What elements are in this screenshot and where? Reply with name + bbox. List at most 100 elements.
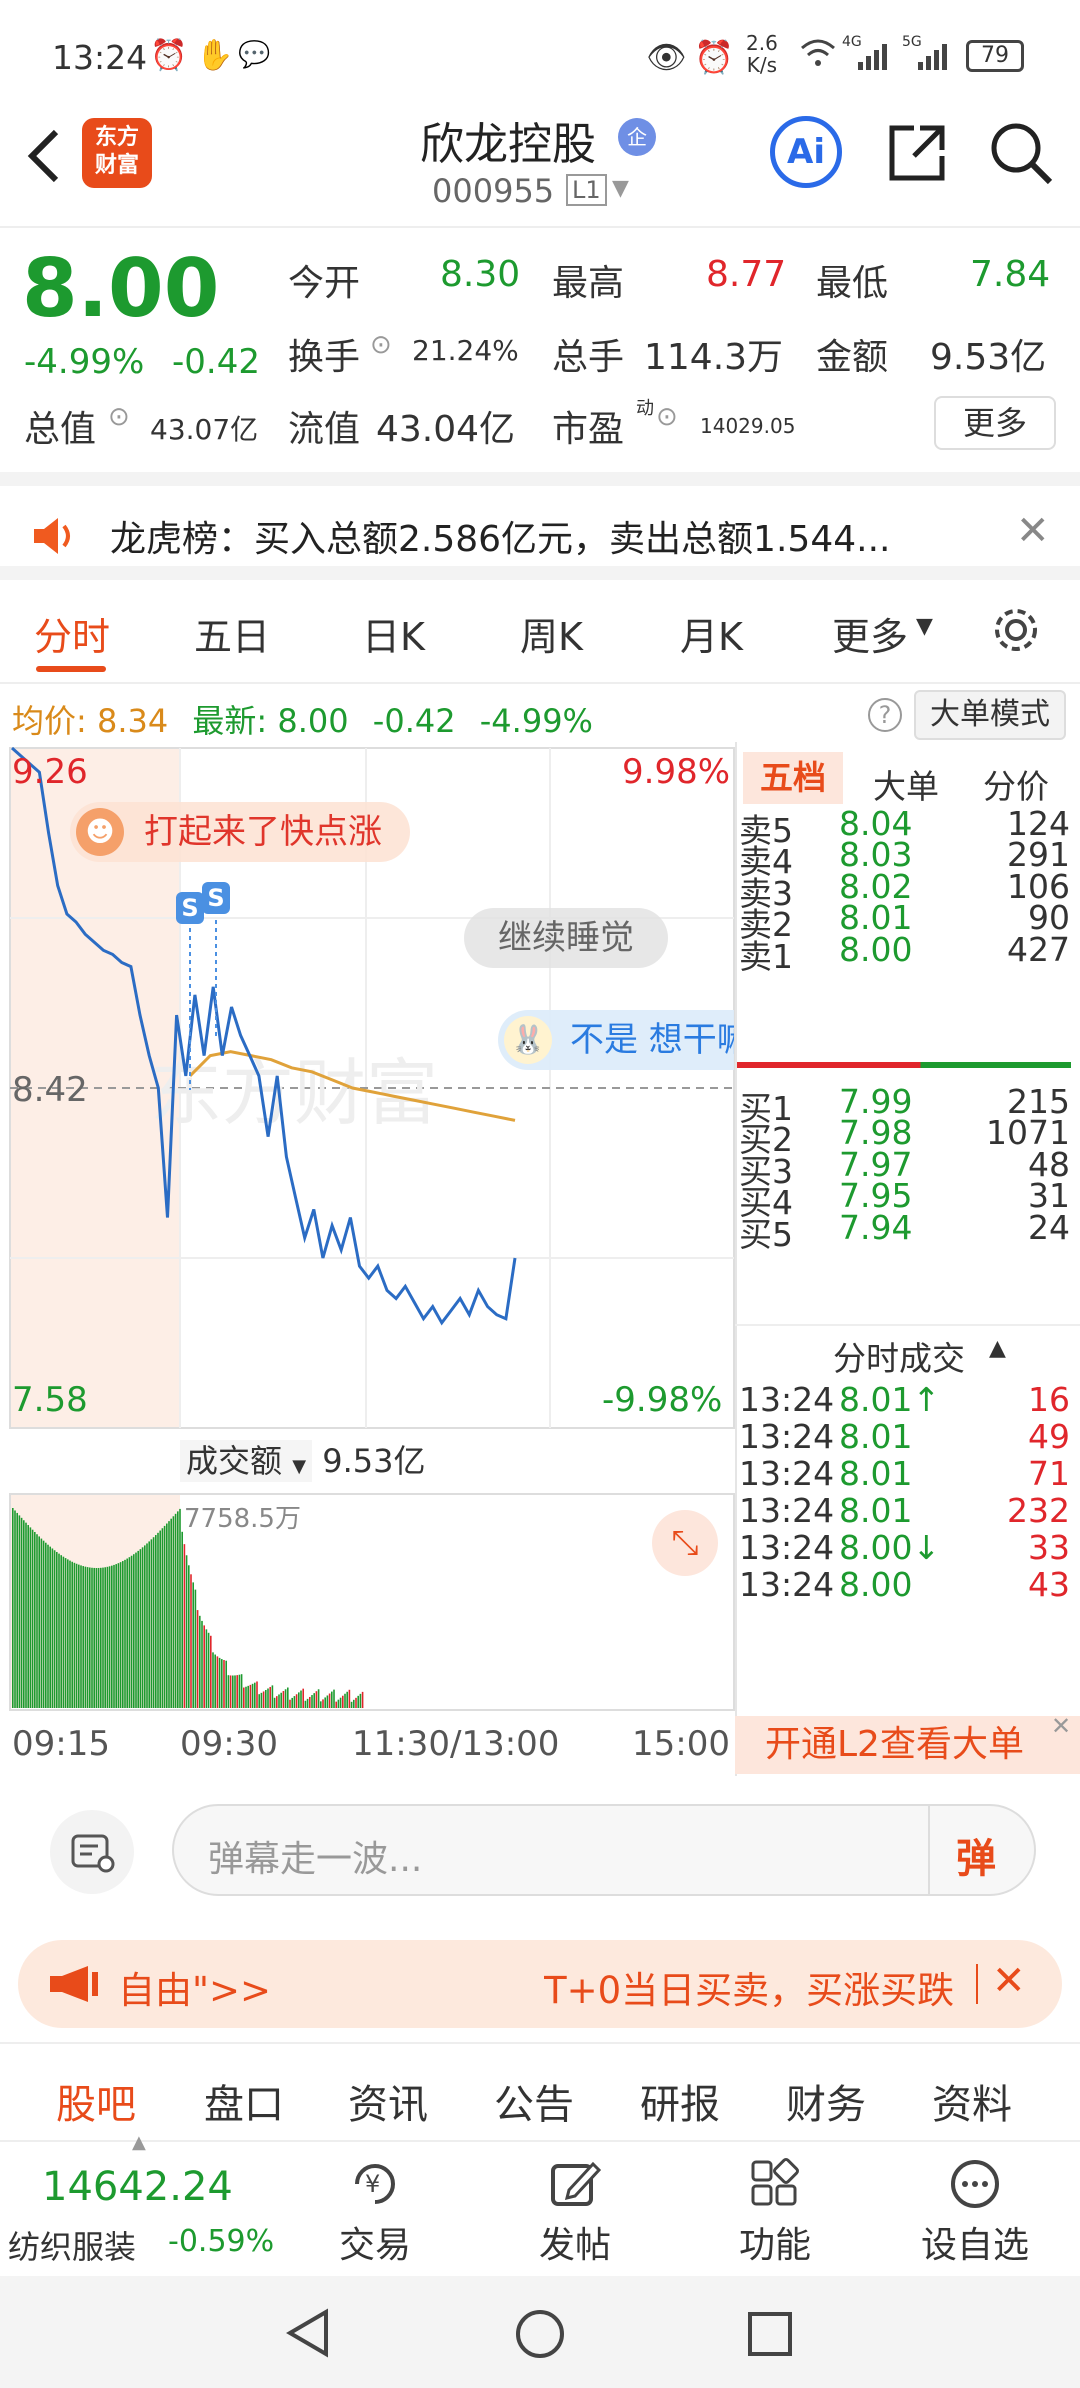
back-icon[interactable] xyxy=(24,126,64,186)
tab-finance[interactable]: 财务 xyxy=(786,2072,866,2130)
tab-more[interactable]: 更多 xyxy=(832,606,908,661)
chevron-down-icon[interactable]: ▼ xyxy=(916,614,933,639)
volume-bar xyxy=(172,1516,175,1708)
volume-bar xyxy=(155,1535,157,1708)
tab-price-dist[interactable]: 分价 xyxy=(983,760,1049,808)
trade-button[interactable]: ¥ 交易 xyxy=(330,2156,420,2268)
volume-bar xyxy=(188,1565,190,1708)
index-pct: -0.59% xyxy=(168,2224,275,2259)
danmu-input[interactable]: 弹幕走一波... 弹 xyxy=(172,1804,1036,1896)
tab-forum[interactable]: 股吧 xyxy=(56,2072,136,2130)
volume-selector[interactable]: 成交额 ▼ xyxy=(180,1440,313,1482)
volume-bar xyxy=(194,1589,197,1708)
recents-nav-icon[interactable] xyxy=(746,2310,794,2358)
tab-news[interactable]: 资讯 xyxy=(348,2072,428,2130)
promo-banner[interactable]: 自由">> T+0当日买卖，买涨买跌 ✕ xyxy=(18,1940,1062,2028)
add-watchlist-button[interactable]: 设自选 xyxy=(910,2156,1040,2268)
volume-bar xyxy=(280,1692,282,1708)
search-icon[interactable] xyxy=(988,120,1054,186)
megaphone-icon xyxy=(50,1966,98,2002)
close-icon[interactable]: ✕ xyxy=(1016,508,1050,554)
volume-bar xyxy=(234,1675,236,1708)
quote-panel: 8.00 -4.99% -0.42 今开 8.30 最高 8.77 最低 7.8… xyxy=(0,226,1080,470)
bubble-text: 打起来了快点涨 xyxy=(144,812,382,852)
tab-daily-k[interactable]: 日K xyxy=(362,606,425,661)
level-badge[interactable]: L1 xyxy=(566,174,607,206)
danmu-send-button[interactable]: 弹 xyxy=(956,1826,996,1884)
tab-five-day[interactable]: 五日 xyxy=(194,606,270,661)
functions-button[interactable]: 功能 xyxy=(730,2156,820,2268)
volume-bar xyxy=(12,1508,14,1708)
close-icon[interactable]: ✕ xyxy=(1051,1712,1071,1740)
volume-bar xyxy=(181,1531,183,1708)
tab-monthly-k[interactable]: 月K xyxy=(680,606,743,661)
ask-row: 卖1 8.00 427 xyxy=(735,930,1080,976)
volume-bar xyxy=(251,1683,254,1708)
tab-profile[interactable]: 资料 xyxy=(932,2072,1012,2130)
volume-bar xyxy=(108,1566,111,1708)
tab-intraday[interactable]: 分时 xyxy=(34,606,110,661)
close-icon[interactable]: ✕ xyxy=(992,1958,1026,2004)
volume-bar xyxy=(240,1674,243,1708)
volume-bar xyxy=(179,1508,181,1708)
volume-bar xyxy=(161,1528,164,1708)
gear-icon[interactable] xyxy=(990,604,1042,656)
sell-marker[interactable]: S xyxy=(202,882,230,914)
tab-five-level[interactable]: 五档 xyxy=(743,752,843,804)
volume-bar xyxy=(210,1635,212,1708)
index-value[interactable]: 14642.24 xyxy=(42,2164,233,2210)
danmu-bubble-3[interactable]: 🐰 不是 想干嘛 xyxy=(498,1010,734,1070)
volume-bar xyxy=(177,1511,179,1708)
volume-bar xyxy=(115,1564,117,1708)
back-nav-icon[interactable] xyxy=(284,2308,334,2358)
help-icon[interactable]: ? xyxy=(868,698,902,732)
volume-bar xyxy=(62,1556,65,1708)
danmu-bubble-2[interactable]: 继续睡觉 xyxy=(464,908,668,968)
trades-title[interactable]: 分时成交 xyxy=(833,1332,965,1380)
danmu-bar: 弹幕走一波... 弹 xyxy=(0,1776,1080,1936)
info-icon[interactable]: ⊙ xyxy=(656,402,678,432)
more-button[interactable]: 更多 xyxy=(934,396,1056,450)
tab-research[interactable]: 研报 xyxy=(640,2072,720,2130)
big-order-mode-button[interactable]: 大单模式 xyxy=(914,690,1066,740)
tab-orderbook[interactable]: 盘口 xyxy=(204,2072,284,2130)
chevron-down-icon[interactable]: ▼ xyxy=(612,176,629,201)
volume-bar xyxy=(311,1695,313,1708)
order-book: 五档 大单 分价 卖5 8.04 124 卖4 8.03 291 卖3 8.02 106 卖2 8.… xyxy=(735,742,1080,1774)
home-nav-icon[interactable] xyxy=(514,2308,566,2360)
bottom-price: 7.58 xyxy=(12,1380,88,1420)
volume-bar xyxy=(64,1558,67,1708)
volume-bar xyxy=(337,1699,340,1708)
expand-icon[interactable]: ⤡ xyxy=(652,1510,718,1576)
tab-big-order[interactable]: 大单 xyxy=(873,760,939,808)
time-label: 09:30 xyxy=(180,1724,278,1764)
volume-bar xyxy=(287,1687,289,1708)
volume-bar xyxy=(214,1654,216,1708)
stock-header: 东方 财富 欣龙控股 企 000955 L1 ▼ Ai xyxy=(0,96,1080,226)
low-label: 最低 xyxy=(816,263,889,304)
post-button[interactable]: 发帖 xyxy=(530,2156,620,2268)
info-icon[interactable]: ⊙ xyxy=(108,402,130,432)
tab-announcements[interactable]: 公告 xyxy=(494,2072,574,2130)
trade-volume: 232 xyxy=(1007,1491,1070,1530)
volume-bar xyxy=(31,1529,34,1708)
watchlist-label: 设自选 xyxy=(920,2225,1029,2266)
trade-price: 8.01 xyxy=(839,1454,913,1493)
intraday-chart: 东方财富 xyxy=(9,746,735,1711)
tab-weekly-k[interactable]: 周K xyxy=(520,606,583,661)
index-name[interactable]: 纺织服装 xyxy=(8,2222,136,2268)
promo-right: T+0当日买卖，买涨买跌 xyxy=(544,1969,955,2012)
share-icon[interactable] xyxy=(884,120,950,186)
volume-bar xyxy=(361,1691,364,1708)
ai-button[interactable]: Ai xyxy=(770,116,842,188)
bubble-text: 不是 想干嘛 xyxy=(570,1020,734,1060)
bid-row: 买5 7.94 24 xyxy=(735,1208,1080,1254)
high-label: 最高 xyxy=(552,263,625,304)
avg-value: 8.34 xyxy=(96,702,169,740)
danmu-settings-button[interactable] xyxy=(50,1810,134,1894)
dragon-tiger-banner[interactable]: 龙虎榜：买入总额2.586亿元，卖出总额1.544... ✕ xyxy=(0,472,1080,580)
danmu-bubble-1[interactable]: ☻ 打起来了快点涨 xyxy=(70,802,410,862)
info-icon[interactable]: ⊙ xyxy=(370,330,392,360)
caret-up-icon[interactable]: ▲ xyxy=(989,1336,1006,1361)
l2-upgrade-button[interactable]: 开通L2查看大单 xyxy=(735,1716,1080,1774)
